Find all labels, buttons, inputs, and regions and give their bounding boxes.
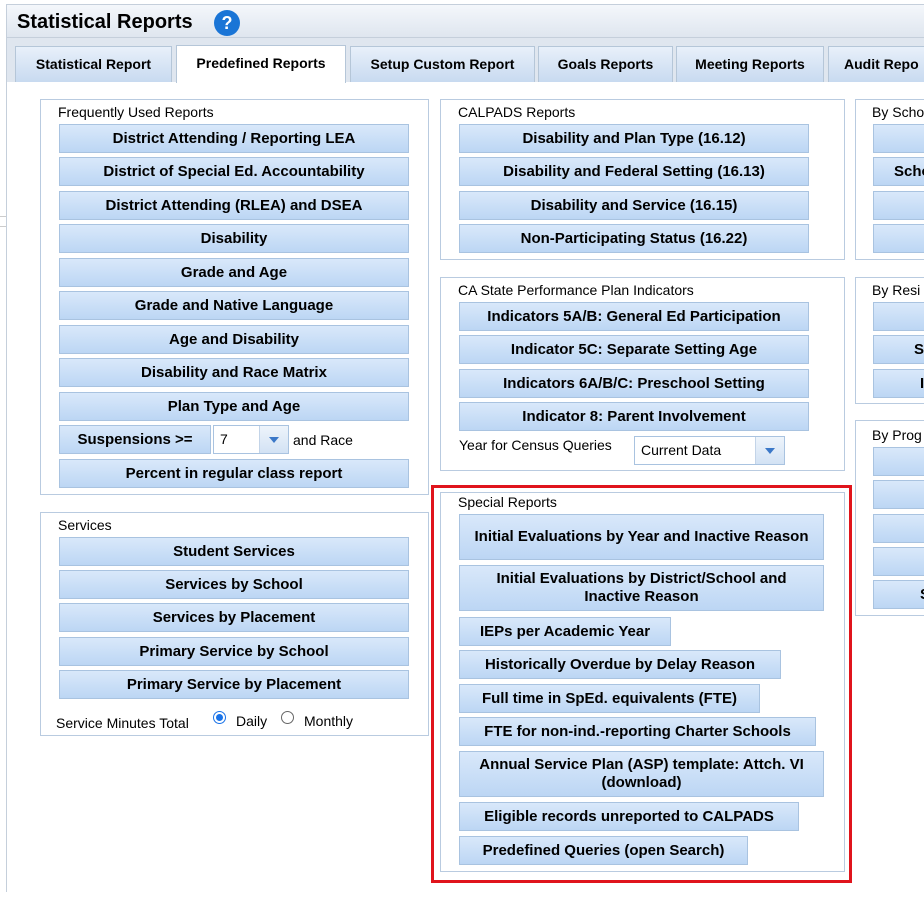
service-report-button[interactable]: Services by School	[59, 570, 409, 599]
service-report-button[interactable]: Primary Service by School	[59, 637, 409, 666]
by-school-button[interactable]	[873, 124, 924, 153]
highlight-box	[431, 485, 852, 883]
percent-regular-class-button[interactable]: Percent in regular class report	[59, 459, 409, 488]
service-report-button[interactable]: Student Services	[59, 537, 409, 566]
daily-label: Daily	[236, 713, 268, 729]
report-button[interactable]: Grade and Age	[59, 258, 409, 287]
tab-goals-reports[interactable]: Goals Reports	[538, 46, 673, 82]
calpads-report-button[interactable]: Disability and Service (16.15)	[459, 191, 809, 220]
report-button[interactable]: Plan Type and Age	[59, 392, 409, 421]
by-residence-title: By Resi	[872, 282, 921, 298]
by-program-button[interactable]	[873, 547, 924, 576]
service-report-button[interactable]: Services by Placement	[59, 603, 409, 632]
calpads-report-button[interactable]: Disability and Federal Setting (16.13)	[459, 157, 809, 186]
help-icon[interactable]: ?	[214, 10, 240, 36]
census-year-label: Year for Census Queries	[459, 437, 612, 453]
census-year-value: Current Data	[641, 442, 722, 458]
and-race-label: and Race	[293, 432, 353, 448]
by-residence-button[interactable]: I	[873, 369, 924, 398]
by-school-title: By Scho	[872, 104, 924, 120]
by-school-button[interactable]: Scho	[873, 157, 924, 186]
services-title: Services	[58, 517, 112, 533]
by-residence-button[interactable]	[873, 302, 924, 331]
suspensions-value: 7	[220, 431, 228, 447]
report-button[interactable]: District Attending / Reporting LEA	[59, 124, 409, 153]
calpads-title: CALPADS Reports	[458, 104, 576, 120]
report-button[interactable]: Disability	[59, 224, 409, 253]
by-program-title: By Prog	[872, 427, 922, 443]
census-year-select[interactable]: Current Data	[634, 436, 785, 465]
spp-indicators-title: CA State Performance Plan Indicators	[458, 282, 694, 298]
service-report-button[interactable]: Primary Service by Placement	[59, 670, 409, 699]
title-bar: Statistical Reports ?	[6, 4, 924, 38]
frequent-reports-title: Frequently Used Reports	[58, 104, 214, 120]
by-program-button[interactable]: S	[873, 580, 924, 609]
by-program-button[interactable]	[873, 447, 924, 476]
tab-predefined-reports[interactable]: Predefined Reports	[176, 45, 346, 83]
monthly-label: Monthly	[304, 713, 354, 729]
by-program-button[interactable]	[873, 514, 924, 543]
report-button[interactable]: Disability and Race Matrix	[59, 358, 409, 387]
suspensions-select[interactable]: 7	[213, 425, 289, 454]
by-residence-button[interactable]: Sc	[873, 335, 924, 364]
chevron-down-icon[interactable]	[259, 426, 288, 453]
report-button[interactable]: District of Special Ed. Accountability	[59, 157, 409, 186]
page-title: Statistical Reports	[17, 11, 193, 33]
page-footer-area	[0, 892, 924, 914]
calpads-report-button[interactable]: Non-Participating Status (16.22)	[459, 224, 809, 253]
spp-report-button[interactable]: Indicator 5C: Separate Setting Age	[459, 335, 809, 364]
tab-meeting-reports[interactable]: Meeting Reports	[676, 46, 824, 82]
report-button[interactable]: Grade and Native Language	[59, 291, 409, 320]
spp-report-button[interactable]: Indicator 8: Parent Involvement	[459, 402, 809, 431]
calpads-report-button[interactable]: Disability and Plan Type (16.12)	[459, 124, 809, 153]
chevron-down-icon[interactable]	[755, 437, 784, 464]
by-program-button[interactable]	[873, 480, 924, 509]
tab-audit-reports[interactable]: Audit Repo	[828, 46, 924, 82]
report-button[interactable]: District Attending (RLEA) and DSEA	[59, 191, 409, 220]
suspensions-button[interactable]: Suspensions >=	[59, 425, 211, 454]
service-minutes-label: Service Minutes Total	[56, 715, 189, 731]
daily-radio[interactable]	[213, 711, 226, 724]
by-school-button[interactable]	[873, 191, 924, 220]
monthly-radio[interactable]	[281, 711, 294, 724]
tab-bar: Statistical Report Predefined Reports Se…	[6, 38, 924, 83]
spp-report-button[interactable]: Indicators 6A/B/C: Preschool Setting	[459, 369, 809, 398]
report-button[interactable]: Age and Disability	[59, 325, 409, 354]
content-border	[6, 82, 7, 892]
tab-statistical-report[interactable]: Statistical Report	[15, 46, 172, 82]
tab-setup-custom-report[interactable]: Setup Custom Report	[350, 46, 535, 82]
by-school-button[interactable]	[873, 224, 924, 253]
spp-report-button[interactable]: Indicators 5A/B: General Ed Participatio…	[459, 302, 809, 331]
